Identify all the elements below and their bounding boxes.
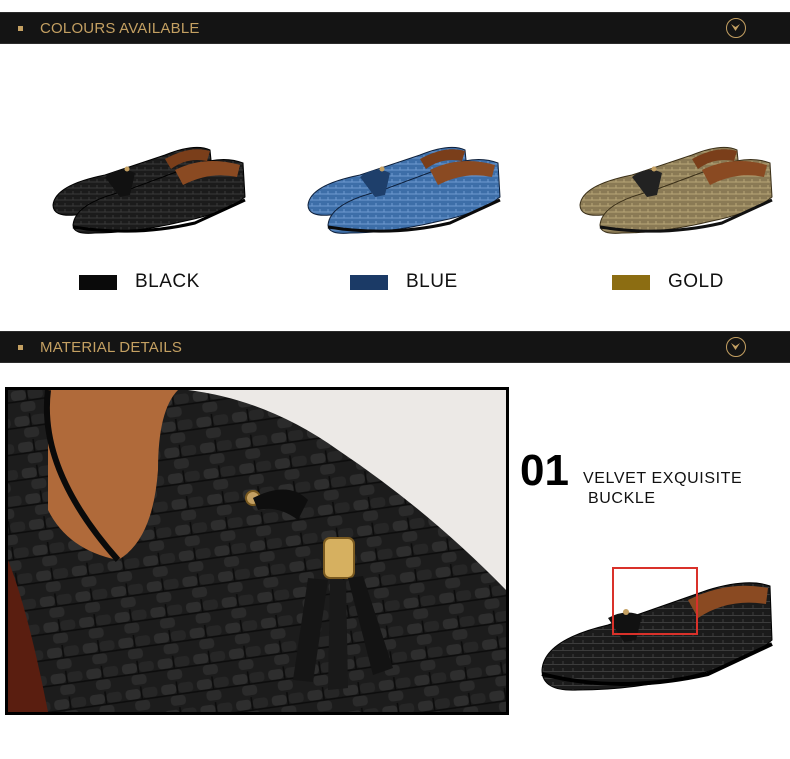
feature-title-line2: BUCKLE (588, 490, 656, 507)
black-loafer-image (52, 146, 246, 234)
feature-number: 01 (520, 446, 569, 495)
banner-bullet (18, 345, 23, 350)
blue-loafer-image (307, 146, 501, 234)
colours-section-title: COLOURS AVAILABLE (40, 20, 200, 37)
chevron-down-icon[interactable] (726, 337, 746, 357)
blue-label: BLUE (406, 271, 458, 292)
material-closeup-image (5, 387, 509, 715)
chevron-down-icon[interactable] (726, 18, 746, 38)
blue-swatch[interactable] (350, 275, 388, 290)
black-label: BLACK (135, 271, 200, 292)
material-section-title: MATERIAL DETAILS (40, 339, 183, 356)
gold-label: GOLD (668, 271, 724, 292)
gold-loafer-image (579, 146, 773, 234)
material-details-banner: MATERIAL DETAILS (0, 331, 790, 363)
black-swatch[interactable] (79, 275, 117, 290)
colours-available-banner: COLOURS AVAILABLE (0, 12, 790, 44)
feature-title-line1: VELVET EXQUISITE (583, 470, 743, 487)
buckle-highlight-box (612, 567, 698, 635)
banner-bullet (18, 26, 23, 31)
gold-swatch[interactable] (612, 275, 650, 290)
